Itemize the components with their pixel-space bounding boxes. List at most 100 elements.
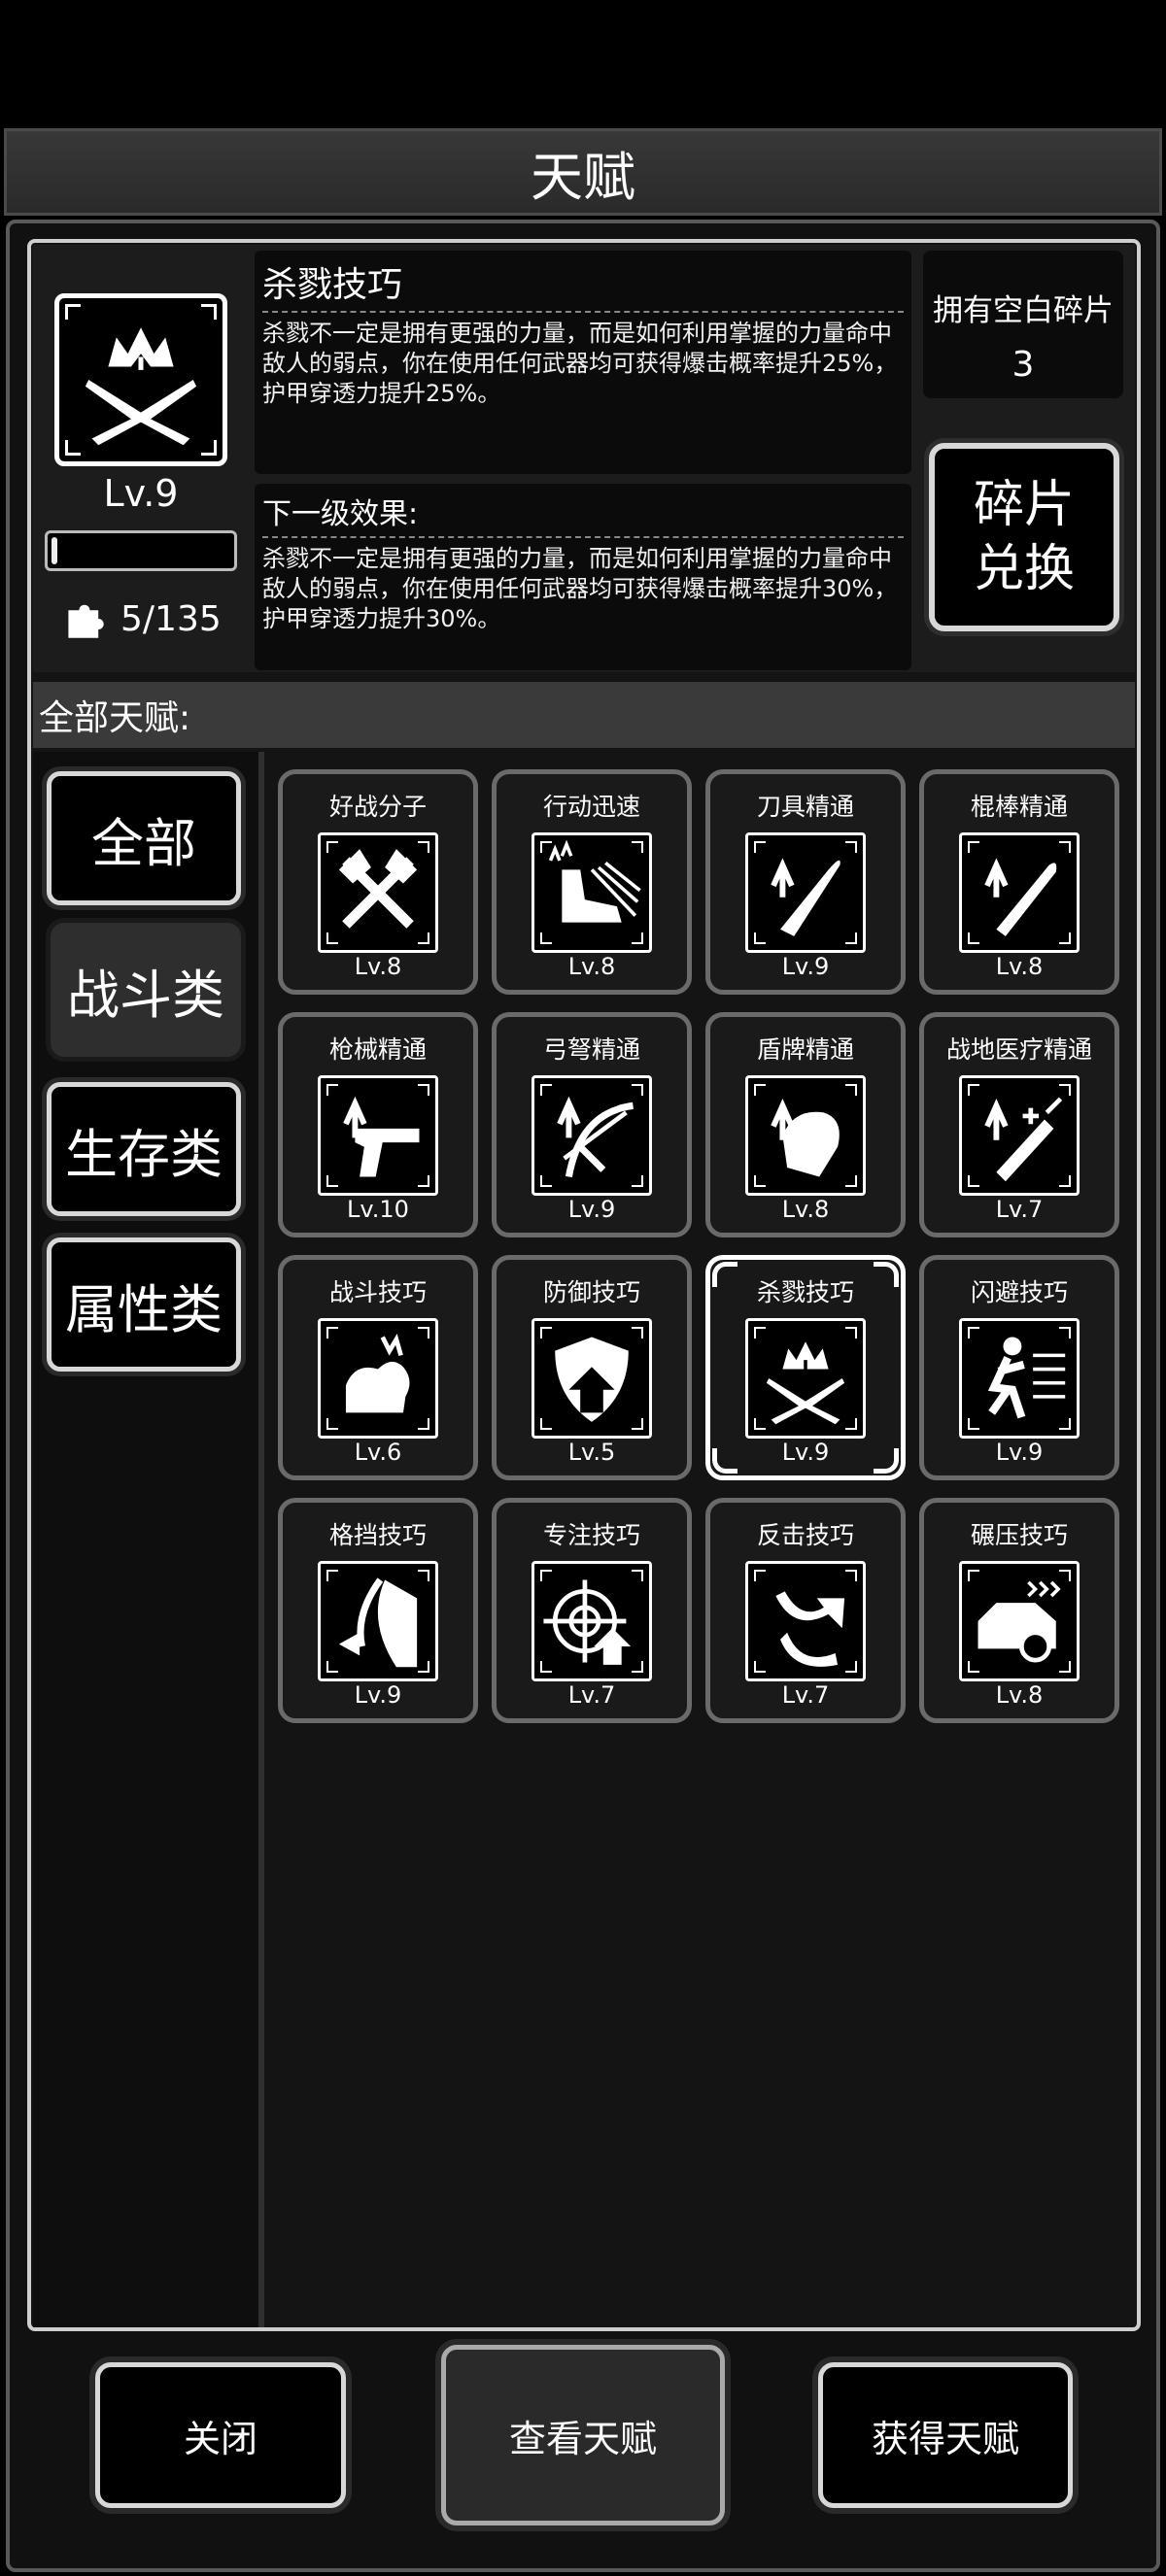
talent-tile[interactable]: 碾压技巧 Lv.8 (919, 1498, 1119, 1723)
status-bar-area (0, 0, 1166, 128)
talent-name: 行动迅速 (542, 793, 640, 821)
talent-icon-frame (959, 1561, 1080, 1681)
talent-icon-frame (745, 1561, 866, 1681)
talent-level: Lv.8 (354, 953, 402, 980)
talent-level: Lv.8 (567, 953, 616, 980)
talent-name: 专注技巧 (542, 1521, 640, 1549)
talent-icon-frame (745, 1075, 866, 1196)
talent-level: Lv.8 (995, 1681, 1044, 1709)
talent-name: 反击技巧 (756, 1521, 854, 1549)
talent-icon-frame (959, 1318, 1080, 1439)
talent-name: 棍棒精通 (970, 793, 1068, 821)
talent-tile[interactable]: 战地医疗精通 Lv.7 (919, 1012, 1119, 1237)
talent-name: 战地医疗精通 (945, 1035, 1092, 1064)
talent-icon-frame (532, 1075, 652, 1196)
talent-tile[interactable]: 行动迅速 Lv.8 (492, 769, 692, 995)
selection-corner (874, 1448, 899, 1474)
talent-icon-frame (532, 1318, 652, 1439)
talent-icon-frame (318, 1318, 438, 1439)
tab-combat[interactable]: 战斗类 (51, 923, 241, 1057)
talent-tile[interactable]: 防御技巧 Lv.5 (492, 1255, 692, 1480)
talent-tile[interactable]: 棍棒精通 Lv.8 (919, 769, 1119, 995)
exchange-label-2: 兑换 (973, 540, 1075, 598)
talent-level: Lv.8 (781, 1196, 830, 1223)
selection-corner (874, 1262, 899, 1287)
talent-tile[interactable]: 战斗技巧 Lv.6 (278, 1255, 478, 1480)
view-talent-button[interactable]: 查看天赋 (441, 2345, 725, 2525)
crossed-blades-crown-icon (85, 327, 197, 446)
selection-corner (712, 1448, 737, 1474)
talent-tile[interactable]: 专注技巧 Lv.7 (492, 1498, 692, 1723)
talent-progress-fill (51, 537, 57, 564)
talent-name: 战斗技巧 (328, 1278, 427, 1306)
talent-icon-frame (959, 1075, 1080, 1196)
talent-icon-frame (318, 832, 438, 953)
close-button[interactable]: 关闭 (95, 2362, 346, 2508)
talent-icon-frame (532, 1561, 652, 1681)
talent-icon-frame (318, 1075, 438, 1196)
title-bar: 天赋 (4, 128, 1162, 216)
talent-level: Lv.7 (995, 1196, 1044, 1223)
talent-tile[interactable]: 刀具精通 Lv.9 (705, 769, 906, 995)
all-talents-label: 全部天赋: (39, 698, 191, 738)
tab-attributes[interactable]: 属性类 (47, 1237, 241, 1372)
selected-talent-level: Lv.9 (103, 472, 179, 515)
owned-fragments-label: 拥有空白碎片 (933, 293, 1114, 328)
talent-name: 闪避技巧 (970, 1278, 1068, 1306)
talent-name: 盾牌精通 (756, 1035, 854, 1064)
acquire-talent-button[interactable]: 获得天赋 (818, 2362, 1073, 2508)
talent-icon-frame (318, 1561, 438, 1681)
talent-level: Lv.7 (567, 1681, 616, 1709)
talent-tile[interactable]: 好战分子 Lv.8 (278, 769, 478, 995)
next-effect-text: 杀戮不一定是拥有更强的力量，而是如何利用掌握的力量命中敌人的弱点，你在使用任何武… (262, 545, 898, 632)
page-title: 天赋 (531, 146, 635, 208)
fragment-count-value: 5/135 (120, 598, 222, 639)
fragment-exchange-button[interactable]: 碎片 兑换 (929, 443, 1119, 631)
next-effect-box: 下一级效果: 杀戮不一定是拥有更强的力量，而是如何利用掌握的力量命中敌人的弱点，… (255, 484, 911, 670)
talent-name: 碾压技巧 (970, 1521, 1068, 1549)
talent-name: 格挡技巧 (328, 1521, 427, 1549)
talent-name: 好战分子 (328, 793, 427, 821)
talent-tile[interactable]: 反击技巧 Lv.7 (705, 1498, 906, 1723)
talent-icon-frame (959, 832, 1080, 953)
talent-icon-frame (745, 1318, 866, 1439)
talent-level: Lv.9 (781, 953, 830, 980)
all-talents-header: 全部天赋: (33, 682, 1135, 748)
current-effect-box: 杀戮技巧 杀戮不一定是拥有更强的力量，而是如何利用掌握的力量命中敌人的弱点，你在… (255, 251, 911, 474)
talent-name: 枪械精通 (328, 1035, 427, 1064)
talent-tile[interactable]: 弓弩精通 Lv.9 (492, 1012, 692, 1237)
tab-all[interactable]: 全部 (47, 771, 241, 905)
talent-name: 防御技巧 (542, 1278, 640, 1306)
sidebar-divider (258, 752, 264, 2327)
talent-name: 弓弩精通 (542, 1035, 640, 1064)
talent-tile[interactable]: 格挡技巧 Lv.9 (278, 1498, 478, 1723)
talent-level: Lv.8 (995, 953, 1044, 980)
selected-talent-icon (54, 293, 227, 466)
talent-level: Lv.9 (995, 1439, 1044, 1466)
talent-level: Lv.9 (567, 1196, 616, 1223)
talent-level: Lv.10 (347, 1196, 409, 1223)
talent-icon-frame (745, 832, 866, 953)
current-effect-text: 杀戮不一定是拥有更强的力量，而是如何利用掌握的力量命中敌人的弱点，你在使用任何武… (262, 320, 898, 407)
talent-name: 杀戮技巧 (756, 1278, 854, 1306)
exchange-label-1: 碎片 (973, 476, 1075, 534)
talent-progress-bar (45, 530, 237, 571)
talent-icon-frame (532, 832, 652, 953)
selection-corner (712, 1262, 737, 1287)
talent-level: Lv.9 (354, 1681, 402, 1709)
puzzle-piece-icon (68, 604, 104, 638)
next-effect-label: 下一级效果: (262, 490, 904, 538)
talent-tile[interactable]: 枪械精通 Lv.10 (278, 1012, 478, 1237)
talent-tile[interactable]: 杀戮技巧 Lv.9 (705, 1255, 906, 1480)
talent-name: 刀具精通 (756, 793, 854, 821)
talent-tile[interactable]: 盾牌精通 Lv.8 (705, 1012, 906, 1237)
owned-blank-fragments: 拥有空白碎片 3 (923, 251, 1123, 398)
selected-talent-name: 杀戮技巧 (262, 256, 904, 313)
owned-fragments-value: 3 (1012, 345, 1035, 385)
fragment-count: 5/135 (64, 594, 222, 643)
talent-level: Lv.5 (567, 1439, 616, 1466)
tab-survival[interactable]: 生存类 (47, 1082, 241, 1216)
talent-tile[interactable]: 闪避技巧 Lv.9 (919, 1255, 1119, 1480)
talent-level: Lv.6 (354, 1439, 402, 1466)
talent-level: Lv.9 (781, 1439, 830, 1466)
